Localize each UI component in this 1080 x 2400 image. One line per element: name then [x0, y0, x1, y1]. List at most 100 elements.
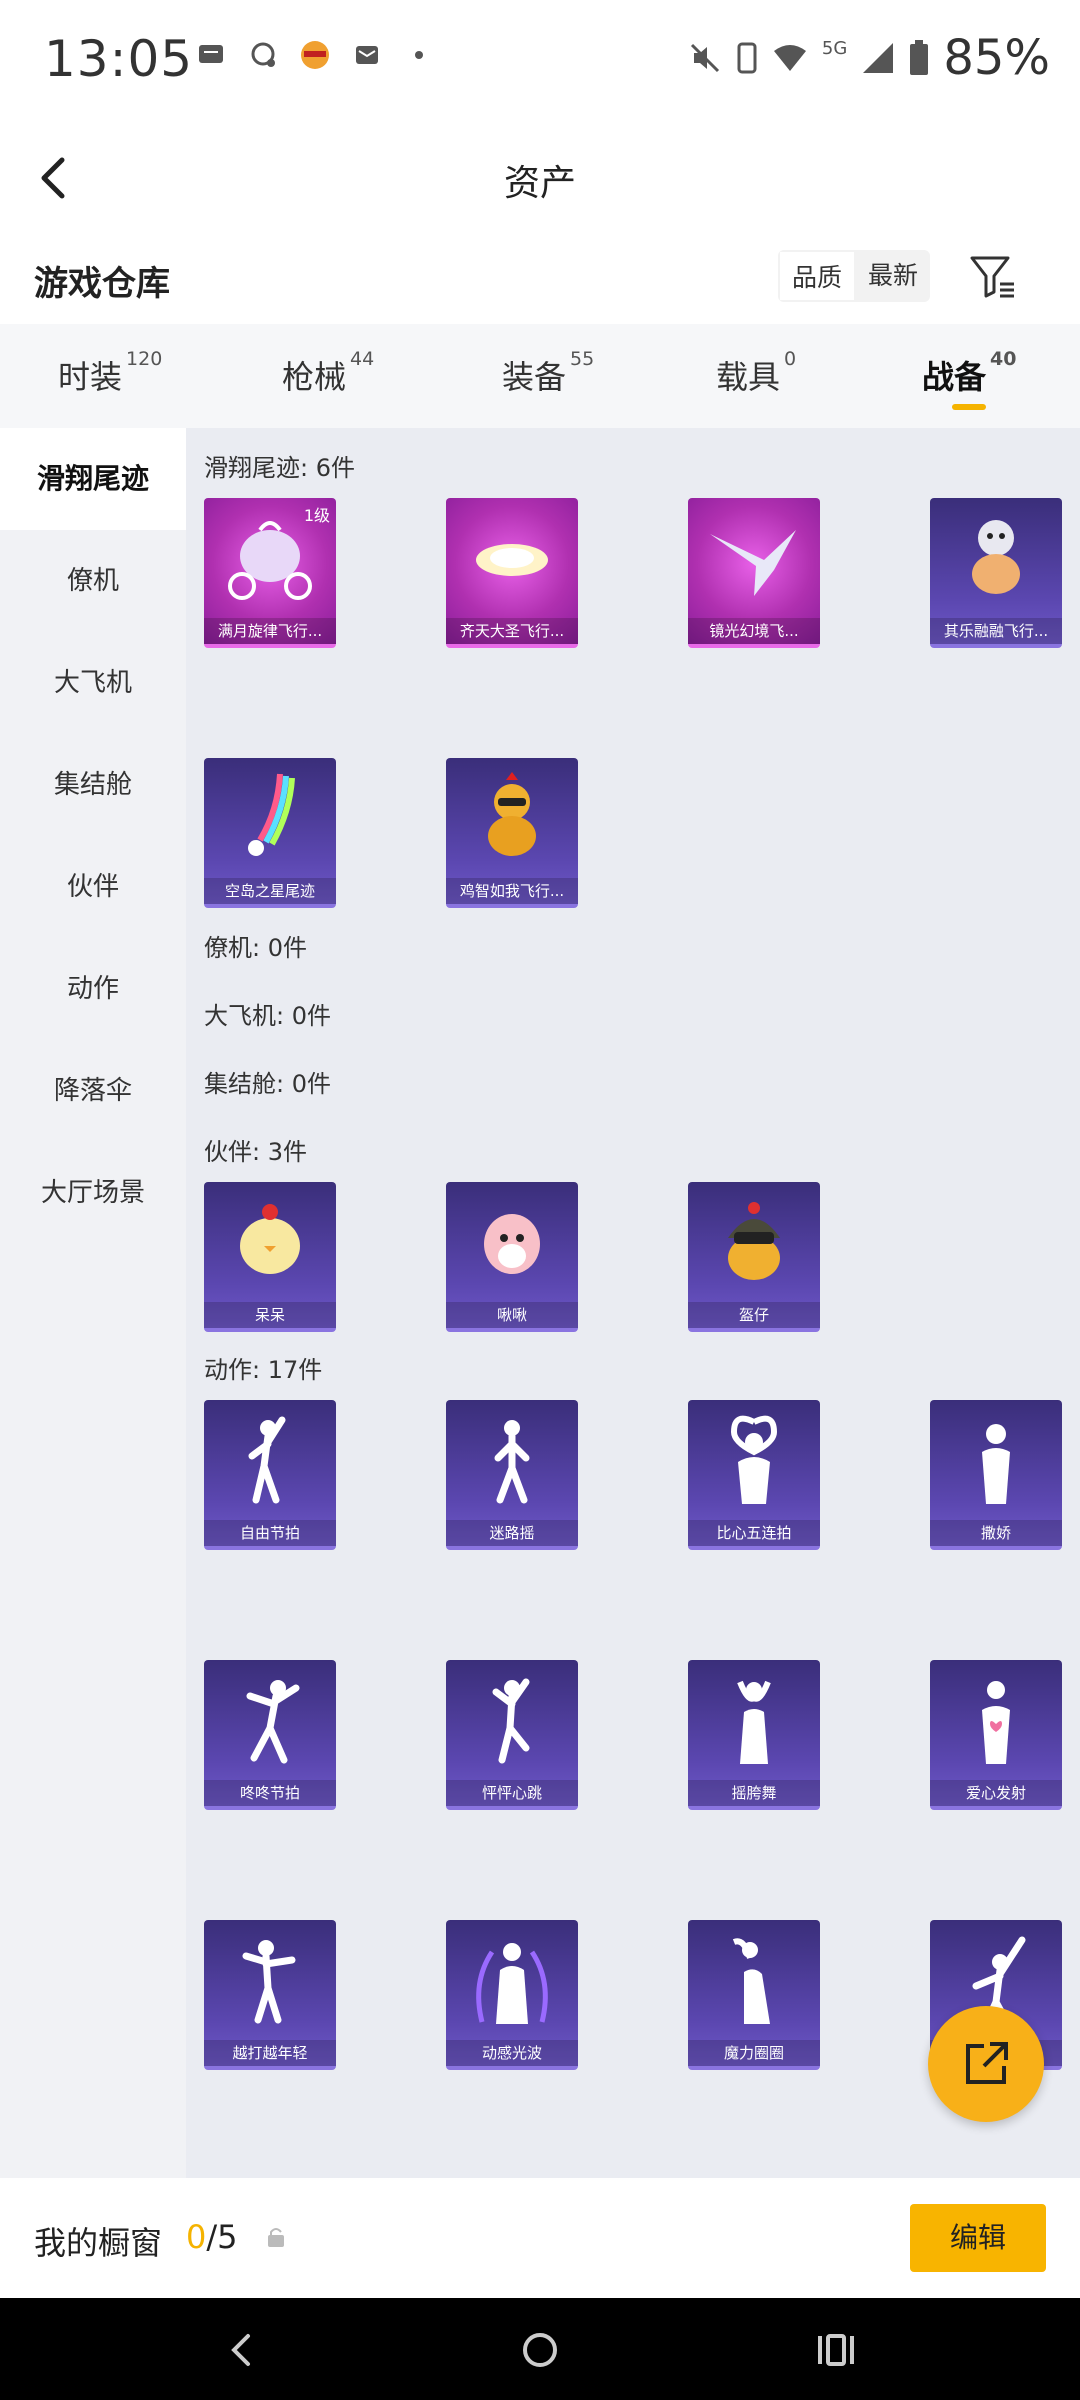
- chicken-icon: [488, 772, 536, 856]
- item-name: 怦怦心跳: [446, 1780, 578, 1806]
- item-name: 啾啾: [446, 1302, 578, 1328]
- tab-vehicles[interactable]: 载具 0: [716, 348, 796, 398]
- item-card[interactable]: 1级 满月旋律飞行...: [204, 498, 336, 648]
- dancer-icon: [246, 1680, 300, 1764]
- item-level: 1级: [303, 506, 330, 525]
- item-name: 盔仔: [688, 1302, 820, 1328]
- sidebar-item-pod[interactable]: 集结舱: [0, 734, 186, 836]
- warehouse-toolbar: 游戏仓库 品质 最新: [0, 238, 1080, 324]
- item-name: 比心五连拍: [688, 1520, 820, 1546]
- share-icon: [966, 2042, 1008, 2084]
- dancer-icon: [242, 1940, 296, 2024]
- item-card[interactable]: 撒娇: [930, 1400, 1062, 1550]
- item-name: 齐天大圣飞行...: [446, 618, 578, 644]
- item-name: 动感光波: [446, 2040, 578, 2066]
- item-card[interactable]: 鸡智如我飞行...: [446, 758, 578, 908]
- filter-icon[interactable]: [964, 248, 1020, 304]
- message-icon: [199, 45, 223, 63]
- sidebar-item-emote[interactable]: 动作: [0, 938, 186, 1040]
- chat-icon: [251, 42, 275, 67]
- item-card[interactable]: 其乐融融飞行...: [930, 498, 1062, 648]
- sort-quality-button[interactable]: 品质: [778, 250, 857, 302]
- tab-label: 装备: [502, 358, 567, 396]
- sidebar: 滑翔尾迹 僚机 大飞机 集结舱 伙伴 动作 降落伞 大厅场景: [0, 428, 186, 2178]
- item-name: 自由节拍: [204, 1520, 336, 1546]
- mail-icon: [356, 46, 378, 64]
- item-card[interactable]: 呆呆: [204, 1182, 336, 1332]
- item-name: 魔力圈圈: [688, 2040, 820, 2066]
- active-tab-indicator: [952, 404, 986, 410]
- tab-label: 时装: [58, 358, 123, 396]
- tab-count: 40: [990, 348, 1017, 370]
- item-name: 鸡智如我飞行...: [446, 878, 578, 904]
- item-card[interactable]: 啾啾: [446, 1182, 578, 1332]
- dot-icon: [415, 51, 423, 59]
- sort-newest-button[interactable]: 最新: [856, 250, 930, 302]
- tab-count: 120: [126, 348, 163, 370]
- helmet-partner-icon: [728, 1202, 780, 1280]
- sidebar-item-trail[interactable]: 滑翔尾迹: [0, 428, 186, 530]
- sidebar-item-parachute[interactable]: 降落伞: [0, 1040, 186, 1142]
- item-card[interactable]: 自由节拍: [204, 1400, 336, 1550]
- showcase-label: 我的橱窗: [34, 2224, 163, 2262]
- sidebar-item-lobby[interactable]: 大厅场景: [0, 1142, 186, 1244]
- item-card[interactable]: 盔仔: [688, 1182, 820, 1332]
- heart-pose-icon: [730, 1415, 778, 1504]
- tab-fashion[interactable]: 时装 120: [58, 348, 162, 398]
- tab-count: 0: [784, 348, 797, 370]
- showcase-used: 0: [186, 2218, 207, 2256]
- rainbow-trail-icon: [248, 773, 295, 856]
- dancer-icon: [732, 1938, 770, 2024]
- signal-icon: [863, 43, 894, 73]
- item-name: 镜光幻境飞...: [688, 618, 820, 644]
- nav-home-icon[interactable]: [518, 2328, 562, 2372]
- tab-guns[interactable]: 枪械 44: [282, 348, 374, 398]
- tab-battle-prep[interactable]: 战备 40: [922, 348, 1016, 398]
- item-name: 满月旋律飞行...: [204, 618, 336, 644]
- item-card[interactable]: 镜光幻境飞...: [688, 498, 820, 648]
- sidebar-item-partner[interactable]: 伙伴: [0, 836, 186, 938]
- battery-icon: [910, 40, 929, 75]
- vibrate-icon: [737, 42, 757, 74]
- item-card[interactable]: 咚咚节拍: [204, 1660, 336, 1810]
- item-name: 迷路摇: [446, 1520, 578, 1546]
- edit-button[interactable]: 编辑: [910, 2204, 1046, 2272]
- item-card[interactable]: 魔力圈圈: [688, 1920, 820, 2070]
- cloud-icon: [476, 544, 548, 576]
- share-button[interactable]: [928, 2006, 1044, 2122]
- item-card[interactable]: 齐天大圣飞行...: [446, 498, 578, 648]
- status-time: 13:05: [44, 30, 194, 88]
- showcase-count: 0/5: [186, 2218, 238, 2256]
- tab-count: 55: [570, 348, 595, 370]
- dancer-icon: [494, 1420, 530, 1504]
- chick-partner-icon: [240, 1204, 300, 1274]
- sort-toggle: 品质 最新: [778, 250, 931, 302]
- item-card[interactable]: 迷路摇: [446, 1400, 578, 1550]
- page-title: 资产: [503, 163, 576, 204]
- item-card[interactable]: 动感光波: [446, 1920, 578, 2070]
- section-label-wingman: 僚机: 0件: [204, 934, 307, 962]
- item-card[interactable]: 怦怦心跳: [446, 1660, 578, 1810]
- warehouse-title: 游戏仓库: [34, 264, 170, 304]
- network-type: 5G: [821, 37, 848, 59]
- wing-icon: [710, 530, 796, 596]
- item-card[interactable]: 爱心发射: [930, 1660, 1062, 1810]
- battery-percent: 85%: [943, 30, 1050, 86]
- item-content: 滑翔尾迹: 6件 1级 满月旋律飞行... 齐天大圣飞行... 镜光幻境飞...…: [186, 428, 1080, 2178]
- item-card[interactable]: 越打越年轻: [204, 1920, 336, 2070]
- system-icons: 5G 85%: [688, 30, 1050, 86]
- sidebar-item-plane[interactable]: 大飞机: [0, 632, 186, 734]
- nav-back-icon[interactable]: [220, 2328, 264, 2372]
- lock-icon: [268, 2228, 284, 2247]
- system-nav-bar: [0, 2298, 1080, 2400]
- tab-equipment[interactable]: 装备 55: [502, 348, 594, 398]
- sidebar-item-wingman[interactable]: 僚机: [0, 530, 186, 632]
- item-card[interactable]: 比心五连拍: [688, 1400, 820, 1550]
- nav-recents-icon[interactable]: [814, 2328, 858, 2372]
- item-card[interactable]: 摇胯舞: [688, 1660, 820, 1810]
- app-header: 资产: [0, 118, 1080, 238]
- section-label-pod: 集结舱: 0件: [204, 1070, 331, 1098]
- dancer-icon: [737, 1680, 771, 1764]
- item-card[interactable]: 空岛之星尾迹: [204, 758, 336, 908]
- section-label-plane: 大飞机: 0件: [204, 1002, 331, 1030]
